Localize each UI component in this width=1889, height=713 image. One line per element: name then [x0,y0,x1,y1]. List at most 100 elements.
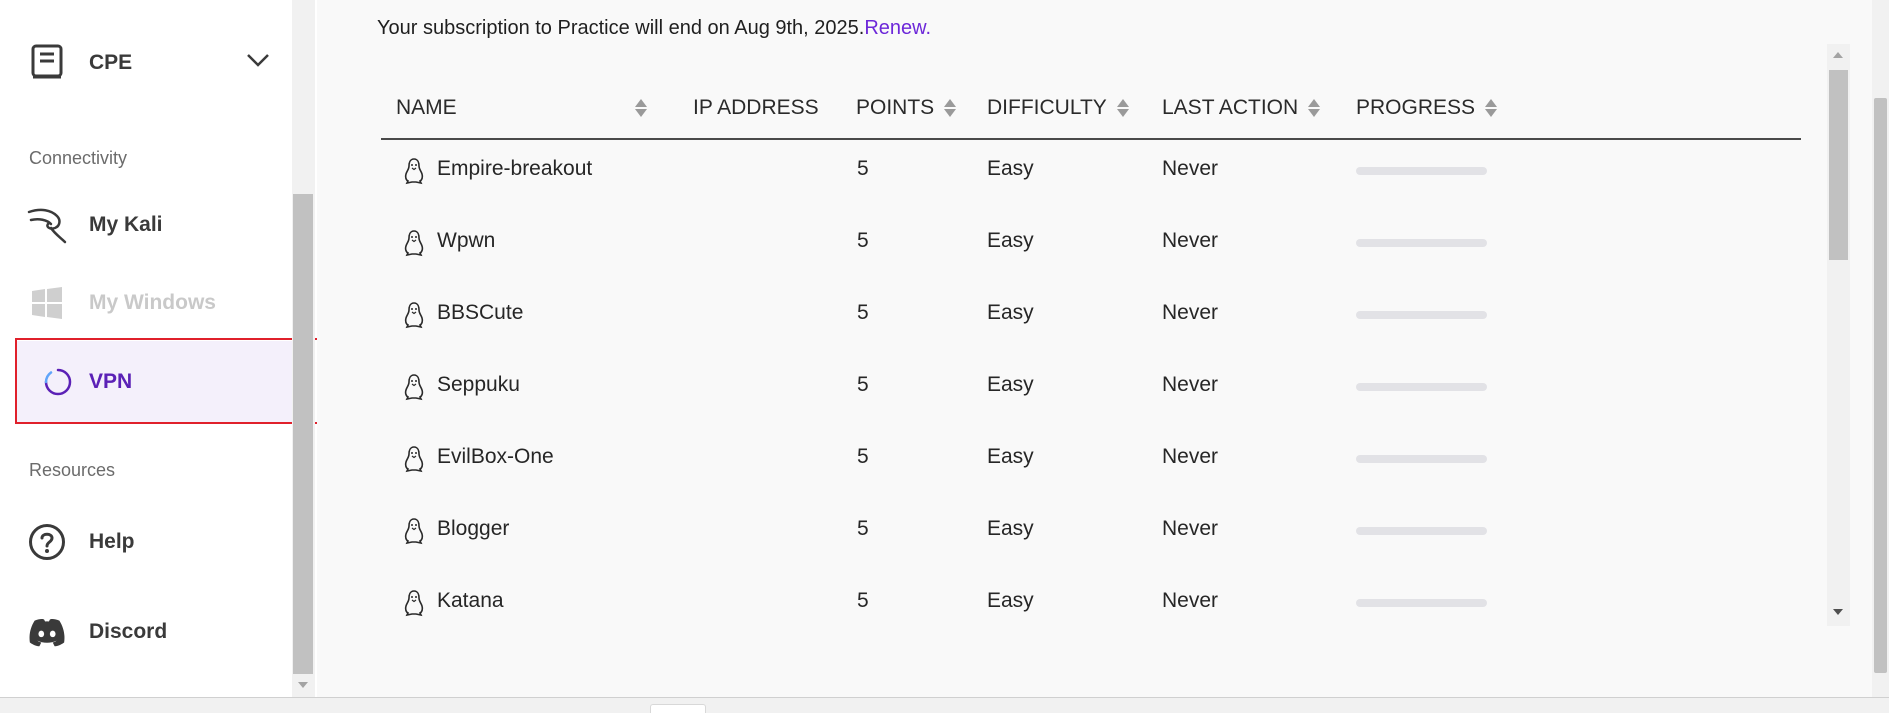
difficulty: Easy [987,517,1034,540]
sidebar-item-cpe[interactable]: CPE [0,24,292,102]
scroll-down-arrow-icon[interactable] [298,682,308,688]
sort-icon[interactable] [1116,98,1129,118]
column-header-points[interactable]: POINTS [856,96,957,120]
progress-bar [1356,239,1487,247]
column-header-label: DIFFICULTY [987,96,1107,119]
sidebar-item-vpn[interactable]: VPN [17,341,317,423]
machine-name[interactable]: BBSCute [437,301,523,325]
points: 5 [857,373,869,396]
sidebar-item-label: CPE [89,51,133,74]
sidebar-scrollbar[interactable] [292,0,315,697]
scrollbar-thumb[interactable] [293,194,313,674]
progress-bar [1356,311,1487,319]
kali-dragon-icon [27,205,67,245]
page-scrollbar[interactable] [1872,0,1889,697]
loading-spinner-icon [38,362,78,402]
scroll-down-arrow-icon[interactable] [1833,609,1843,615]
linux-icon [403,229,425,263]
horizontal-scrollbar[interactable] [0,697,1889,713]
points: 5 [857,229,869,252]
table-row[interactable]: EvilBox-One 5 Easy Never [381,425,1801,497]
renew-link[interactable]: Renew. [864,17,931,39]
book-icon [27,43,67,83]
sidebar: CPE Connectivity My Kali My Windows VPN … [0,0,292,697]
difficulty: Easy [987,229,1034,252]
machine-name[interactable]: Blogger [437,517,509,541]
discord-icon [27,612,67,652]
machine-name[interactable]: Seppuku [437,373,520,397]
sidebar-item-my-kali[interactable]: My Kali [0,186,292,264]
sidebar-item-label: Help [89,530,135,553]
column-header-progress[interactable]: PROGRESS [1356,96,1498,120]
sidebar-item-label: My Kali [89,213,163,236]
help-icon [27,522,67,562]
table-row[interactable]: BBSCute 5 Easy Never [381,281,1801,353]
difficulty: Easy [987,157,1034,180]
linux-icon [403,589,425,623]
table-row[interactable]: Katana 5 Easy Never [381,569,1801,641]
last-action: Never [1162,229,1219,252]
table-row[interactable]: Blogger 5 Easy Never [381,497,1801,569]
sidebar-item-label: Discord [89,620,168,643]
column-header-difficulty[interactable]: DIFFICULTY [987,96,1129,120]
sort-icon[interactable] [944,98,957,118]
progress-bar [1356,599,1487,607]
column-header-label: POINTS [856,96,935,119]
progress-bar [1356,527,1487,535]
last-action: Never [1162,445,1219,468]
difficulty: Easy [987,589,1034,612]
sort-icon[interactable] [1485,98,1498,118]
linux-icon [403,445,425,479]
linux-icon [403,301,425,335]
scrollbar-thumb[interactable] [1874,98,1887,673]
scrollbar-thumb[interactable] [1829,70,1848,260]
table-row[interactable]: Empire-breakout 5 Easy Never [381,137,1801,209]
sidebar-item-label: VPN [89,370,133,393]
notice-text: Your subscription to Practice will end o… [377,17,865,39]
machine-name[interactable]: Empire-breakout [437,157,592,181]
machine-name[interactable]: Wpwn [437,229,495,253]
sort-icon[interactable] [1308,98,1321,118]
linux-icon [403,517,425,551]
last-action: Never [1162,157,1219,180]
difficulty: Easy [987,301,1034,324]
linux-icon [403,373,425,407]
sidebar-item-help[interactable]: Help [0,503,292,581]
progress-bar [1356,383,1487,391]
subscription-notice: Your subscription to Practice will end o… [377,17,931,40]
difficulty: Easy [987,373,1034,396]
table-row[interactable]: Seppuku 5 Easy Never [381,353,1801,425]
column-header-last-action[interactable]: LAST ACTION [1162,96,1321,120]
progress-bar [1356,167,1487,175]
points: 5 [857,589,869,612]
points: 5 [857,445,869,468]
section-label-resources: Resources [29,460,116,480]
main-content: Your subscription to Practice will end o… [317,0,1872,697]
last-action: Never [1162,517,1219,540]
chevron-down-icon[interactable] [246,53,270,72]
windows-icon [27,283,67,323]
table-header: NAME IP ADDRESS POINTS DIFFICULTY LAST A… [381,92,1801,140]
machine-name[interactable]: Katana [437,589,504,613]
sidebar-item-label: My Windows [89,291,216,314]
progress-bar [1356,455,1487,463]
scrollbar-thumb[interactable] [650,704,706,713]
column-header-ip: IP ADDRESS [693,96,819,120]
table-scrollbar[interactable] [1827,44,1850,626]
column-header-name[interactable]: NAME [396,96,647,120]
points: 5 [857,517,869,540]
last-action: Never [1162,589,1219,612]
last-action: Never [1162,301,1219,324]
last-action: Never [1162,373,1219,396]
machine-name[interactable]: EvilBox-One [437,445,554,469]
column-header-label: NAME [396,96,457,119]
column-header-label: IP ADDRESS [693,96,819,119]
sort-icon[interactable] [634,98,647,118]
scroll-up-arrow-icon[interactable] [1833,52,1843,58]
points: 5 [857,157,869,180]
sidebar-item-my-windows[interactable]: My Windows [0,264,292,342]
table-row[interactable]: Wpwn 5 Easy Never [381,209,1801,281]
sidebar-item-discord[interactable]: Discord [0,593,292,671]
linux-icon [403,157,425,191]
section-label-connectivity: Connectivity [29,148,128,168]
